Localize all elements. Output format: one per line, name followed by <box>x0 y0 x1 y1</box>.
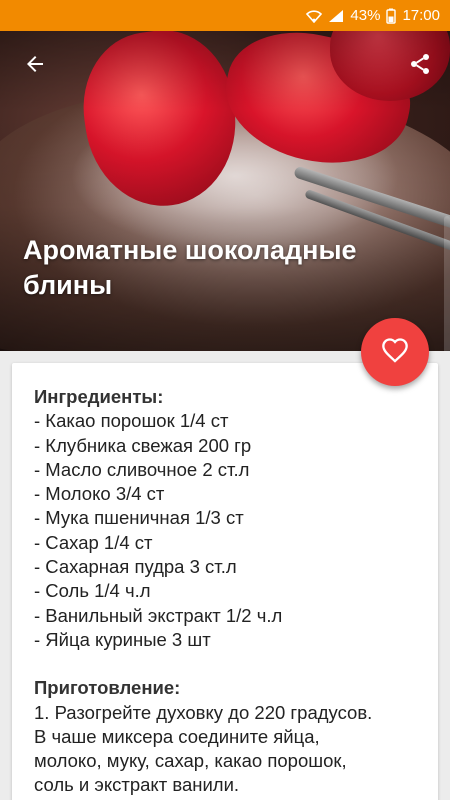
ingredient-item: - Сахарная пудра 3 ст.л <box>34 556 237 578</box>
preparation-line: В чаше миксера соедините яйца, <box>34 725 320 747</box>
edge-hint <box>444 216 450 351</box>
battery-percent: 43% <box>350 7 381 24</box>
share-button[interactable] <box>404 50 436 82</box>
preparation-line: 1. Разогрейте духовку до 220 градусов. <box>34 701 373 723</box>
favorite-button[interactable] <box>361 318 429 386</box>
image-shade <box>0 31 450 351</box>
share-icon <box>408 52 432 81</box>
recipe-title: Ароматные шоколадные блины <box>23 235 357 300</box>
battery-icon <box>386 8 397 24</box>
signal-icon <box>328 9 344 23</box>
ingredient-item: - Какао порошок 1/4 ст <box>34 410 229 432</box>
arrow-back-icon <box>23 52 47 81</box>
ingredient-item: - Соль 1/4 ч.л <box>34 580 151 602</box>
preparation-line: соль и экстракт ванили. <box>34 774 240 796</box>
ingredient-item: - Мука пшеничная 1/3 ст <box>34 507 244 529</box>
wifi-icon <box>306 9 323 23</box>
heart-outline-icon <box>381 337 409 368</box>
preparation-line: молоко, муку, сахар, какао порошок, <box>34 750 347 772</box>
status-bar: 43% 17:00 <box>0 0 450 31</box>
back-button[interactable] <box>19 50 51 82</box>
recipe-card: Ингредиенты: - Какао порошок 1/4 ст - Кл… <box>12 363 438 800</box>
ingredient-item: - Сахар 1/4 ст <box>34 531 153 553</box>
ingredient-item: - Молоко 3/4 ст <box>34 483 165 505</box>
preparation-heading: Приготовление: <box>34 677 181 699</box>
ingredient-item: - Клубника свежая 200 гр <box>34 434 252 456</box>
recipe-hero-image <box>0 31 450 351</box>
ingredient-item: - Ванильный экстракт 1/2 ч.л <box>34 604 283 626</box>
ingredient-item: - Яйца куриные 3 шт <box>34 628 211 650</box>
ingredient-item: - Масло сливочное 2 ст.л <box>34 458 250 480</box>
status-time: 17:00 <box>402 7 440 24</box>
ingredients-heading: Ингредиенты: <box>34 386 164 407</box>
